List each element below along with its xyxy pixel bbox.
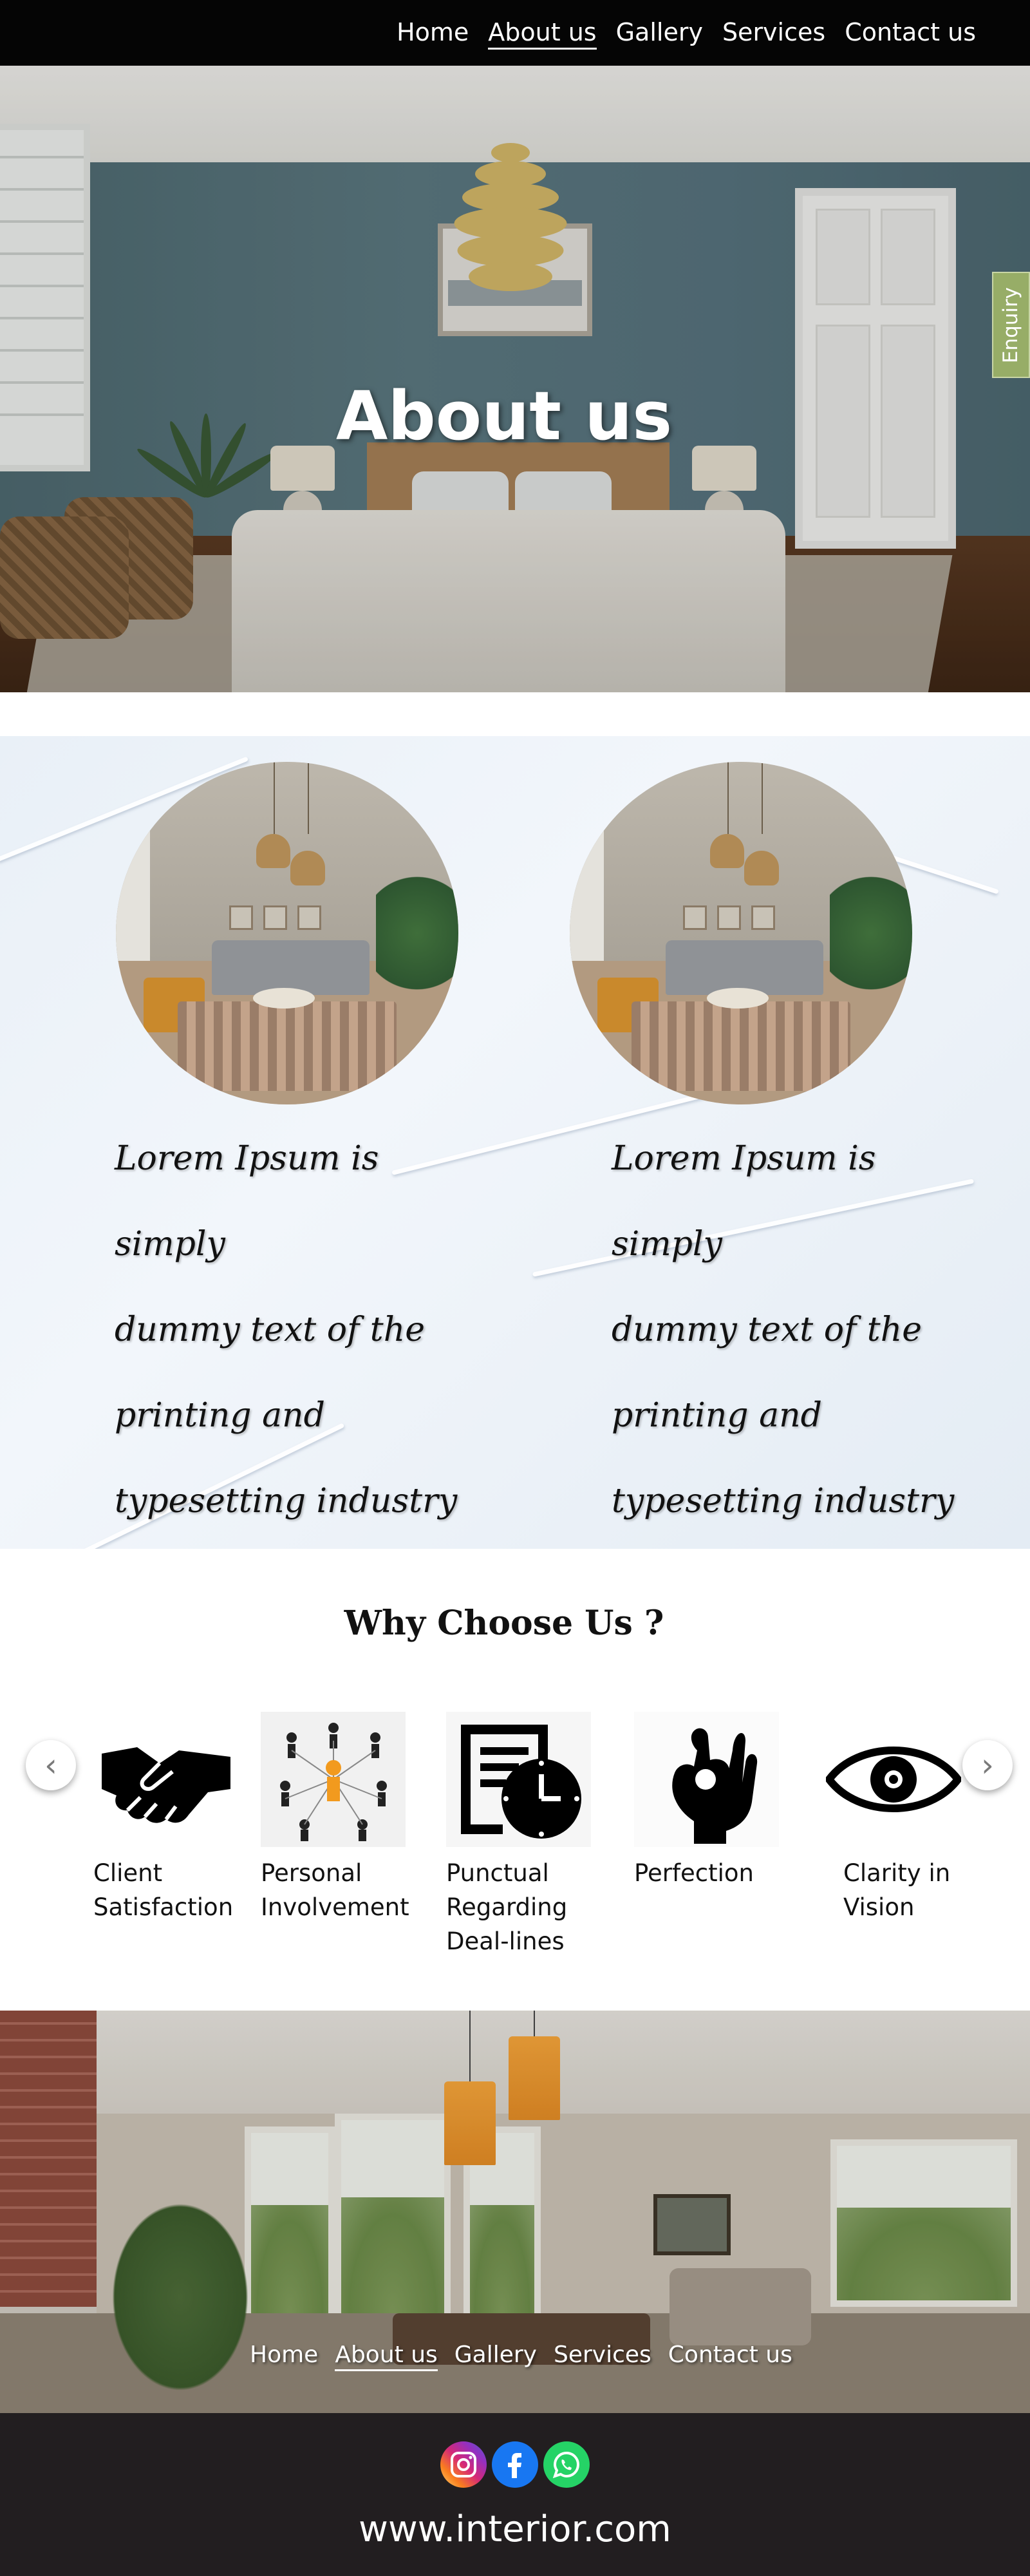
feature-punctual: Punctual Regarding Deal-lines: [446, 1712, 601, 1958]
top-navigation: Home About us Gallery Services Contact u…: [0, 0, 1030, 66]
nav-item-about: About us: [488, 18, 597, 50]
nav-link-gallery[interactable]: Gallery: [616, 18, 703, 46]
site-url: www.interior.com: [359, 2508, 671, 2550]
feature-label-line: Involvement: [261, 1893, 409, 1921]
feature-personal-involvement: Personal Involvement: [261, 1712, 415, 1924]
nav-item-gallery: Gallery: [616, 18, 703, 46]
nav-link-services[interactable]: Services: [722, 18, 825, 46]
about-image-2: [570, 762, 912, 1104]
footer-nav-menu: Home About us Gallery Services Contact u…: [250, 2342, 792, 2371]
footer-nav-link-about-us[interactable]: About us: [335, 2342, 438, 2371]
feature-label-line: Perfection: [634, 1859, 754, 1887]
nav-menu: Home About us Gallery Services Contact u…: [397, 18, 976, 50]
clock-document-icon: [446, 1712, 591, 1847]
page-title: About us: [335, 377, 673, 455]
nav-item-home: Home: [397, 18, 469, 46]
people-network-icon: [261, 1712, 406, 1847]
about-caption-2: Lorem Ipsum is simply dummy text of the …: [612, 1116, 972, 1544]
feature-label-line: Client: [93, 1859, 163, 1887]
feature-label-line: Satisfaction: [93, 1893, 234, 1921]
feature-client-satisfaction: Client Satisfaction: [93, 1712, 248, 1924]
chevron-left-icon: ‹: [44, 1747, 57, 1784]
ok-hand-icon: [634, 1712, 779, 1847]
about-section: Lorem Ipsum is simply dummy text of the …: [0, 736, 1030, 1549]
footer-nav-link-home[interactable]: Home: [250, 2342, 318, 2368]
why-choose-us-heading: Why Choose Us ?: [344, 1604, 664, 1643]
instagram-link[interactable]: [440, 2441, 487, 2488]
feature-label-line: Deal-lines: [446, 1927, 565, 1955]
caption-line: dummy text of the: [612, 1311, 922, 1349]
facebook-icon: [508, 2453, 521, 2478]
hero-banner: About us: [0, 66, 1030, 692]
caption-line: Lorem Ipsum is simply: [612, 1139, 876, 1264]
caption-line: typesetting industry: [612, 1482, 955, 1520]
chevron-right-icon: ›: [981, 1747, 994, 1784]
caption-line: Lorem Ipsum is simply: [115, 1139, 379, 1264]
caption-line: typesetting industry: [115, 1482, 458, 1520]
caption-line: printing and: [115, 1396, 325, 1435]
instagram-icon: [451, 2452, 476, 2477]
about-image-1: [116, 762, 458, 1104]
feature-label-line: Vision: [843, 1893, 915, 1921]
handshake-icon: [93, 1712, 238, 1847]
footer-nav-link-services[interactable]: Services: [554, 2342, 651, 2368]
caption-line: dummy text of the: [115, 1311, 425, 1349]
enquiry-tab-button[interactable]: Enquiry: [992, 272, 1030, 378]
about-caption-1: Lorem Ipsum is simply dummy text of the …: [115, 1116, 475, 1544]
nav-item-contact: Contact us: [845, 18, 976, 46]
feature-clarity-vision: Clarity in Vision: [821, 1712, 975, 1924]
feature-label-line: Personal: [261, 1859, 362, 1887]
whatsapp-icon: [552, 2451, 580, 2479]
facebook-link[interactable]: [492, 2441, 538, 2488]
feature-label-line: Regarding: [446, 1893, 568, 1921]
footer: www.interior.com: [0, 2413, 1030, 2576]
footer-nav-item-about: About us: [335, 2342, 438, 2371]
nav-link-home[interactable]: Home: [397, 18, 469, 46]
nav-link-contact-us[interactable]: Contact us: [845, 18, 976, 46]
feature-label-line: Clarity in: [843, 1859, 951, 1887]
footer-nav-item-gallery: Gallery: [454, 2342, 537, 2368]
carousel-prev-button[interactable]: ‹: [26, 1740, 76, 1790]
whatsapp-link[interactable]: [543, 2441, 590, 2488]
footer-nav-item-home: Home: [250, 2342, 318, 2368]
footer-banner: Home About us Gallery Services Contact u…: [0, 2011, 1030, 2413]
caption-line: printing and: [612, 1396, 822, 1435]
nav-item-services: Services: [722, 18, 825, 46]
feature-label-line: Punctual: [446, 1859, 549, 1887]
footer-nav-item-services: Services: [554, 2342, 651, 2368]
footer-nav-item-contact: Contact us: [668, 2342, 792, 2368]
footer-nav-link-contact-us[interactable]: Contact us: [668, 2342, 792, 2368]
nav-link-about-us[interactable]: About us: [488, 18, 597, 50]
footer-nav-link-gallery[interactable]: Gallery: [454, 2342, 537, 2368]
eye-icon: [821, 1712, 966, 1847]
feature-perfection: Perfection: [634, 1712, 789, 1890]
social-links: [440, 2441, 590, 2488]
enquiry-label: Enquiry: [999, 287, 1023, 363]
